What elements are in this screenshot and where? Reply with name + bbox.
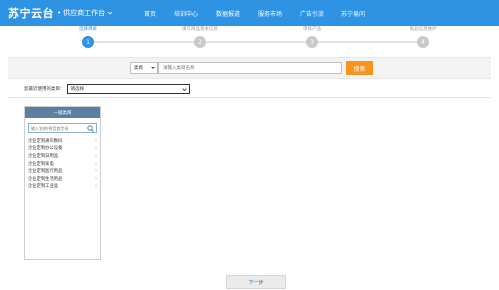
- list-item[interactable]: 企业定制日用品 ›: [28, 152, 97, 160]
- category-name: 企业定制生活用品: [28, 176, 63, 182]
- search-button[interactable]: 搜索: [346, 61, 373, 75]
- search-icon[interactable]: [87, 125, 94, 134]
- step-3-label: 审核产品: [303, 27, 321, 32]
- recent-category-select[interactable]: 请选择: [66, 84, 190, 94]
- chevron-down-icon[interactable]: [107, 10, 113, 16]
- nav-suning-ask[interactable]: 苏宁易问: [341, 9, 365, 18]
- chevron-right-icon: ›: [95, 160, 97, 167]
- step-1-circle: 1: [82, 36, 94, 48]
- search-type-select[interactable]: 类目: [130, 62, 158, 74]
- category-name: 企业定制日用品: [28, 153, 59, 159]
- nav-ad-traffic[interactable]: 广告引流: [300, 9, 324, 18]
- category-list: 企业定制通讯数码 › 企业定制办公设备 › 企业定制日用品 › 企业定制家电 › 企业定…: [25, 137, 100, 190]
- dropdown-arrow-icon: [181, 87, 187, 94]
- step-4-label: 商品信息维护: [409, 27, 437, 32]
- steps-track: [88, 41, 423, 43]
- supplier-workbench-label[interactable]: 供应商工作台: [63, 8, 105, 18]
- step-1-label: 选择目录: [79, 27, 97, 32]
- recent-category-label: 您最近使用的类目：: [24, 87, 65, 92]
- panel-search-box: [28, 123, 97, 133]
- next-step-button[interactable]: 下一步: [226, 275, 286, 289]
- nav-data-report[interactable]: 数据报道: [216, 9, 240, 18]
- recent-category-row: 您最近使用的类目： 请选择: [24, 84, 190, 94]
- brand-separator: •: [57, 9, 62, 17]
- list-item[interactable]: 企业定制医疗用品 ›: [28, 167, 97, 175]
- nav-service-market[interactable]: 服务市场: [258, 9, 282, 18]
- chevron-right-icon: ›: [95, 175, 97, 182]
- list-item[interactable]: 企业定制生活用品 ›: [28, 175, 97, 183]
- search-input[interactable]: [158, 62, 342, 74]
- chevron-right-icon: ›: [95, 183, 97, 190]
- category-search-input[interactable]: [29, 124, 87, 132]
- nav-home[interactable]: 首页: [144, 9, 156, 18]
- category-name: 企业定制工业品: [28, 184, 59, 190]
- chevron-right-icon: ›: [95, 137, 97, 144]
- step-2-circle: 2: [194, 36, 206, 48]
- list-item[interactable]: 企业定制办公设备 ›: [28, 145, 97, 153]
- primary-category-panel: 一级类目 企业定制通讯数码 › 企业定制办公设备 › 企业定制日用品 › 企业定制家电…: [24, 106, 101, 260]
- top-header: 苏宁云台 • 供应商工作台 首页 培训中心 数据报道 服务市场 广告引流 苏宁易…: [0, 0, 499, 26]
- step-2-label: 填写商品基本信息: [182, 27, 218, 32]
- logo[interactable]: 苏宁云台: [8, 5, 54, 21]
- chevron-right-icon: ›: [95, 168, 97, 175]
- category-name: 企业定制通讯数码: [28, 138, 63, 144]
- progress-steps: 选择目录 1 填写商品基本信息 2 审核产品 3 商品信息维护 4: [0, 26, 499, 56]
- list-item[interactable]: 企业定制家电 ›: [28, 160, 97, 168]
- step-4-circle: 4: [417, 36, 429, 48]
- panel-title: 一级类目: [25, 107, 100, 118]
- nav-training-center[interactable]: 培训中心: [174, 9, 198, 18]
- category-name: 企业定制医疗用品: [28, 169, 63, 175]
- list-item[interactable]: 企业定制通讯数码 ›: [28, 137, 97, 145]
- chevron-right-icon: ›: [95, 152, 97, 159]
- section-divider: [8, 97, 491, 98]
- brand: 苏宁云台 • 供应商工作台: [0, 0, 138, 26]
- category-name: 企业定制家电: [28, 161, 54, 167]
- search-type-value: 类目: [134, 66, 143, 71]
- recent-category-value: 请选择: [70, 87, 85, 92]
- list-item[interactable]: 企业定制工业品 ›: [28, 183, 97, 191]
- chevron-right-icon: ›: [95, 145, 97, 152]
- category-name: 企业定制办公设备: [28, 146, 63, 152]
- step-3-circle: 3: [306, 36, 318, 48]
- dropdown-arrow-icon: [151, 66, 155, 72]
